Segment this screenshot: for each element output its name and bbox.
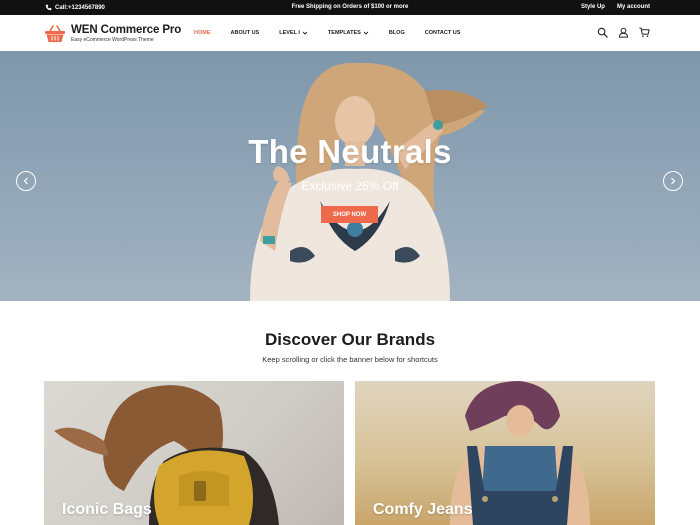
nav-templates-label: TEMPLATES	[327, 30, 361, 36]
nav-blog[interactable]: BLOG	[389, 30, 405, 36]
brands-title: Discover Our Brands	[264, 330, 436, 349]
shop-now-button[interactable]: SHOP NOW	[321, 206, 378, 223]
hero-model-image	[250, 62, 488, 301]
nav-level-label: LEVEL I	[279, 30, 300, 36]
hero-title: The Neutrals	[248, 133, 452, 170]
brand-card-comfy-jeans[interactable]: Comfy Jeans	[355, 381, 655, 525]
main-nav: HOME ABOUT US LEVEL I TEMPLATES BLOG CON…	[194, 30, 480, 36]
nav-blog-label: BLOG	[388, 30, 405, 36]
hero-slider: The Neutrals Exclusive 25% Off SHOP NOW	[0, 51, 700, 301]
chevron-down-icon	[363, 31, 369, 35]
style-up-link[interactable]: Style Up	[581, 4, 605, 10]
nav-level-i[interactable]: LEVEL I	[279, 30, 308, 36]
site-tagline: Easy eCommerce WordPress Theme	[71, 37, 154, 43]
nav-about-us[interactable]: ABOUT US	[231, 30, 260, 36]
chevron-right-icon	[671, 177, 676, 185]
nav-templates[interactable]: TEMPLATES	[328, 30, 369, 36]
hero-subtitle: Exclusive 25% Off	[301, 179, 399, 193]
nav-home-label: HOME	[194, 30, 211, 36]
brands-subtitle: Keep scrolling or click the banner below…	[262, 355, 438, 364]
slider-prev-button[interactable]	[16, 171, 36, 191]
slider-next-button[interactable]	[663, 171, 683, 191]
brand-card-iconic-bags[interactable]: Iconic Bags	[44, 381, 344, 525]
nav-contact-us[interactable]: CONTACT US	[425, 30, 461, 36]
iconic-bags-label: Iconic Bags	[62, 501, 152, 518]
chevron-down-icon	[302, 31, 308, 35]
search-icon[interactable]	[597, 27, 608, 38]
my-account-link[interactable]: My account	[617, 4, 650, 10]
cart-icon[interactable]	[639, 27, 650, 38]
top-bar: Call:+1234567890 Free Shipping on Orders…	[0, 0, 700, 15]
comfy-jeans-label: Comfy Jeans	[373, 501, 473, 518]
basket-logo-icon	[45, 25, 65, 42]
nav-contact-label: CONTACT US	[424, 30, 461, 36]
site-header: WEN Commerce Pro Easy eCommerce WordPres…	[0, 15, 700, 51]
nav-home[interactable]: HOME	[194, 30, 211, 36]
user-icon[interactable]	[618, 27, 629, 38]
nav-about-label: ABOUT US	[230, 30, 260, 36]
chevron-left-icon	[23, 177, 28, 185]
site-logo[interactable]: WEN Commerce Pro Easy eCommerce WordPres…	[44, 24, 181, 43]
site-name: WEN Commerce Pro	[71, 24, 182, 36]
